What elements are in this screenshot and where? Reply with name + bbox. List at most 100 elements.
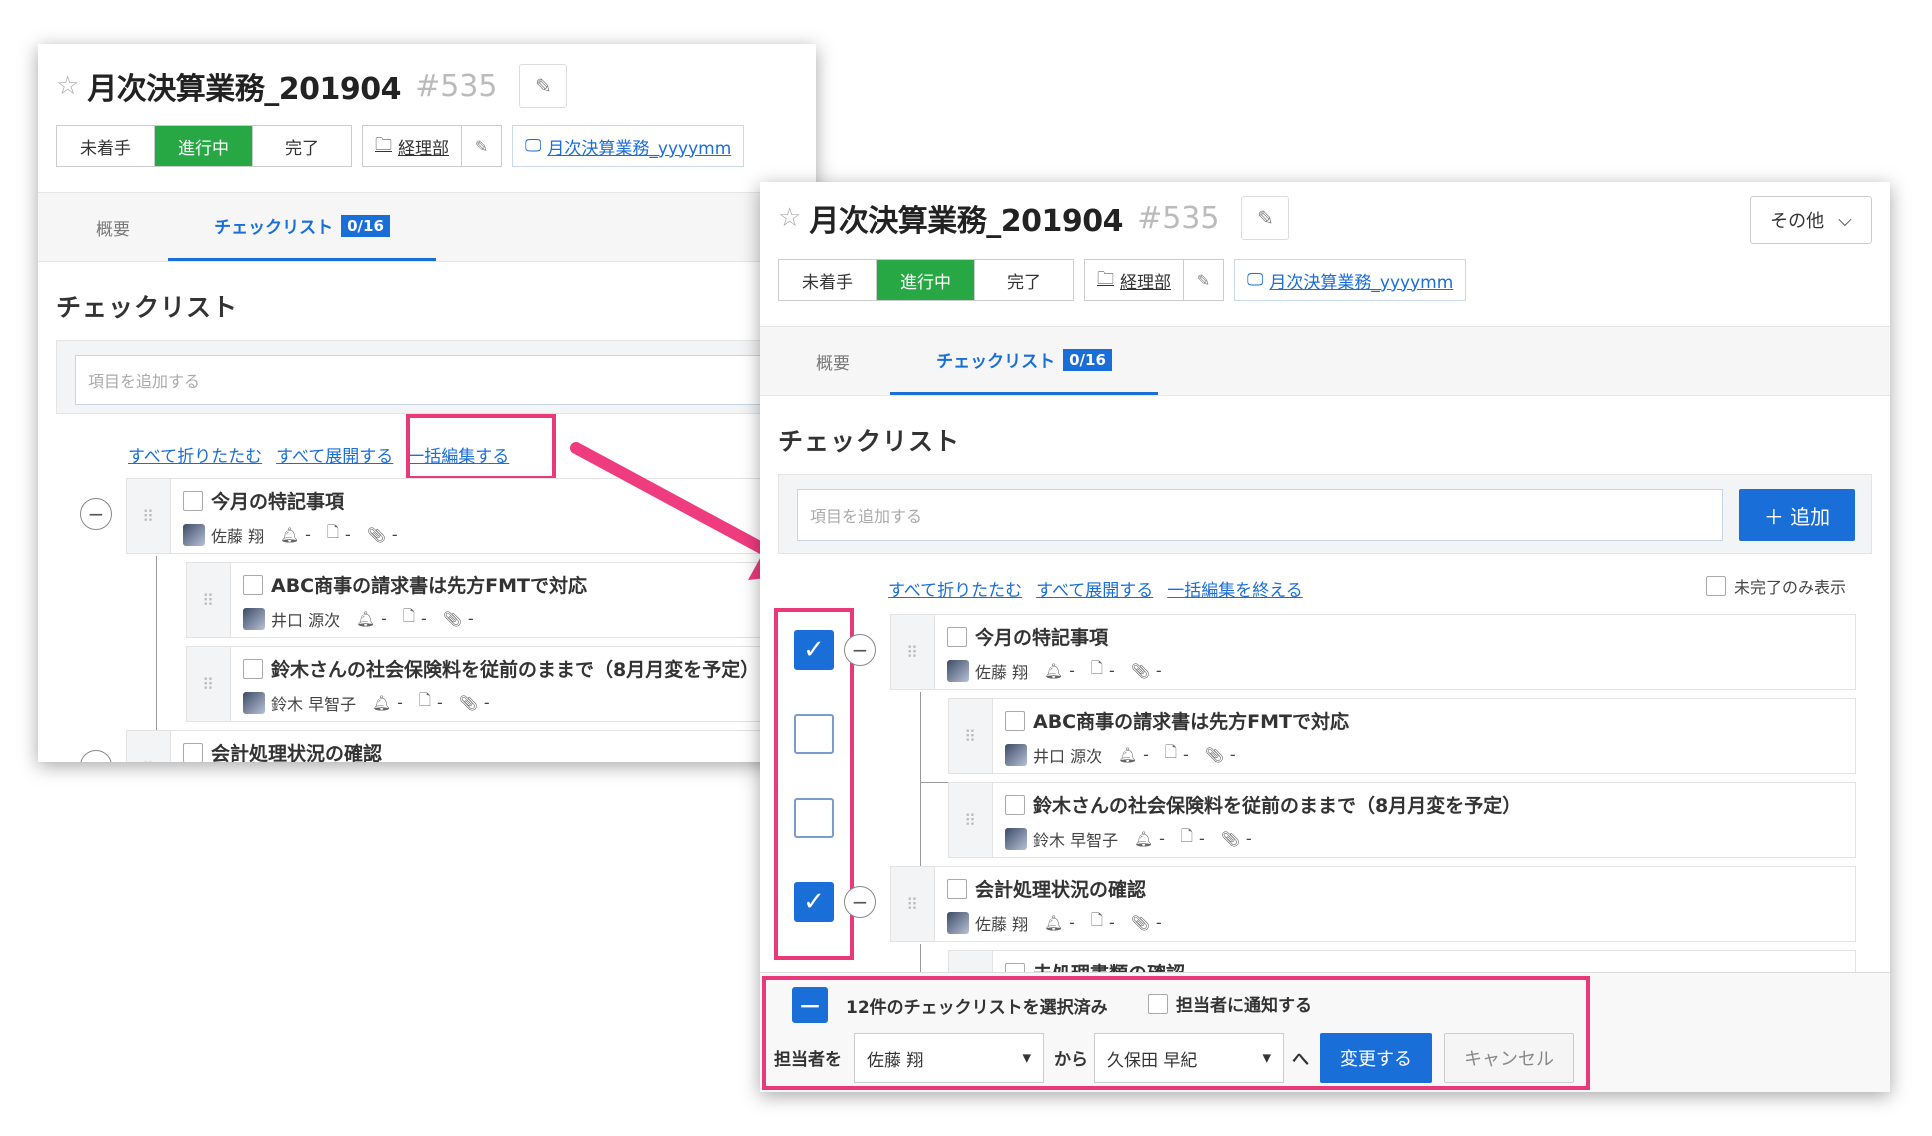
- collapse-toggle[interactable]: −: [844, 634, 876, 666]
- bell-icon[interactable]: 🔔︎: [280, 526, 299, 544]
- folder-link[interactable]: 🗀 経理部: [1085, 260, 1183, 300]
- checklist-item[interactable]: ⠿ ABC商事の請求書は先方FMTで対応 井口 源次 🔔︎ - 🗋 - 📎︎ -: [948, 698, 1856, 774]
- avatar: [243, 607, 265, 630]
- attachment-value: -: [467, 609, 474, 628]
- checklist-item[interactable]: ⠿ 鈴木さんの社会保険料を従前のままで（8月月変を予定） 鈴木 早智子 🔔︎ - …: [948, 782, 1856, 858]
- folder-link[interactable]: 🗀 経理部: [363, 126, 461, 166]
- drag-handle-icon[interactable]: ⠿: [187, 563, 231, 637]
- folder-tag: 🗀 経理部 ✎: [362, 125, 502, 167]
- document-icon[interactable]: 🗋: [1181, 826, 1193, 851]
- star-icon[interactable]: ☆: [56, 71, 79, 101]
- checklist-item[interactable]: ⠿ 会計処理状況の確認: [126, 730, 816, 762]
- bell-icon[interactable]: 🔔︎: [1044, 662, 1063, 680]
- add-item-area: 項目を追加する: [56, 340, 816, 414]
- bell-icon[interactable]: 🔔︎: [1134, 830, 1153, 848]
- item-checkbox[interactable]: [947, 626, 967, 647]
- bell-icon[interactable]: 🔔︎: [372, 694, 391, 712]
- status-done[interactable]: 完了: [975, 260, 1073, 300]
- folder-edit-button[interactable]: ✎: [461, 126, 501, 166]
- item-checkbox[interactable]: [183, 490, 203, 511]
- drag-handle-icon[interactable]: ⠿: [949, 699, 993, 773]
- drag-handle-icon[interactable]: ⠿: [187, 647, 231, 721]
- item-checkbox[interactable]: [947, 878, 967, 899]
- bell-icon[interactable]: 🔔︎: [1118, 746, 1137, 764]
- collapse-all-link[interactable]: すべて折りたたむ: [128, 442, 262, 467]
- drag-handle-icon[interactable]: ⠿: [891, 615, 935, 689]
- star-icon[interactable]: ☆: [778, 203, 801, 233]
- checklist-item[interactable]: ⠿ 会計処理状況の確認 佐藤 翔 🔔︎ - 🗋 - 📎︎ -: [890, 866, 1856, 942]
- status-done[interactable]: 完了: [253, 126, 351, 166]
- bulk-edit-end-link[interactable]: 一括編集を終える: [1167, 576, 1303, 601]
- document-icon[interactable]: 🗋: [1091, 658, 1103, 683]
- item-checkbox[interactable]: [1005, 710, 1025, 731]
- drag-handle-icon[interactable]: ⠿: [127, 479, 171, 553]
- edit-title-button[interactable]: ✎: [1241, 196, 1290, 240]
- tab-checklist[interactable]: チェックリスト 0/16: [890, 327, 1158, 395]
- expand-all-link[interactable]: すべて展開する: [1036, 576, 1153, 601]
- collapse-toggle[interactable]: −: [80, 750, 112, 762]
- paperclip-icon[interactable]: 📎︎: [1205, 746, 1224, 764]
- task-panel-before: ☆ 月次決算業務_201904 #535 ✎ 未着手 進行中 完了 🗀 経理部 ✎…: [38, 44, 816, 762]
- tab-overview[interactable]: 概要: [96, 193, 130, 261]
- document-icon[interactable]: 🗋: [1091, 910, 1103, 935]
- paperclip-icon[interactable]: 📎︎: [367, 526, 386, 544]
- collapse-all-link[interactable]: すべて折りたたむ: [888, 576, 1022, 601]
- collapse-toggle[interactable]: −: [80, 498, 112, 530]
- bell-icon[interactable]: 🔔︎: [356, 610, 375, 628]
- folder-icon: 🗀: [1097, 268, 1114, 289]
- item-checkbox[interactable]: [1005, 794, 1025, 815]
- title-row: ☆ 月次決算業務_201904 #535 ✎: [778, 196, 1290, 240]
- template-link[interactable]: 🖵 月次決算業務_yyyymm: [512, 125, 745, 167]
- add-button[interactable]: ＋ 追加: [1739, 489, 1855, 541]
- status-todo[interactable]: 未着手: [779, 260, 877, 300]
- document-icon[interactable]: 🗋: [1165, 742, 1177, 767]
- incomplete-only-checkbox[interactable]: [1706, 576, 1726, 596]
- paperclip-icon[interactable]: 📎︎: [1221, 830, 1240, 848]
- document-icon[interactable]: 🗋: [403, 606, 415, 631]
- paperclip-icon[interactable]: 📎︎: [443, 610, 462, 628]
- other-menu-button[interactable]: その他 ⌵: [1750, 196, 1872, 244]
- reminder-value: -: [1159, 829, 1165, 848]
- status-doing[interactable]: 進行中: [155, 126, 253, 166]
- bell-icon[interactable]: 🔔︎: [1044, 914, 1063, 932]
- reminder-value: -: [381, 609, 387, 628]
- section-title: チェックリスト: [778, 427, 961, 456]
- edit-title-button[interactable]: ✎: [519, 64, 568, 108]
- collapse-toggle[interactable]: −: [844, 886, 876, 918]
- page-title: 月次決算業務_201904: [87, 72, 402, 107]
- folder-label: 経理部: [398, 138, 449, 159]
- item-title: ABC商事の請求書は先方FMTで対応: [1033, 711, 1349, 733]
- item-title: 会計処理状況の確認: [975, 879, 1147, 901]
- tree-line: [156, 556, 157, 730]
- document-icon[interactable]: 🗋: [327, 522, 339, 547]
- document-icon[interactable]: 🗋: [419, 690, 431, 715]
- add-item-input[interactable]: 項目を追加する: [75, 355, 816, 405]
- tab-overview[interactable]: 概要: [816, 327, 850, 395]
- item-checkbox[interactable]: [243, 574, 263, 595]
- checklist-item[interactable]: ⠿ 今月の特記事項 佐藤 翔 🔔︎ - 🗋 - 📎︎ -: [890, 614, 1856, 690]
- checklist-item[interactable]: ⠿ 鈴木さんの社会保険料を従前のままで（8月月変を予定） 鈴木 早智子 🔔︎ - …: [186, 646, 816, 722]
- item-checkbox[interactable]: [183, 742, 203, 762]
- tab-checklist[interactable]: チェックリスト 0/16: [168, 193, 436, 261]
- drag-handle-icon[interactable]: ⠿: [127, 731, 171, 762]
- folder-edit-button[interactable]: ✎: [1183, 260, 1223, 300]
- paperclip-icon[interactable]: 📎︎: [459, 694, 478, 712]
- highlight-bulk-edit: [406, 414, 556, 480]
- monitor-icon: 🖵: [1247, 270, 1264, 290]
- paperclip-icon[interactable]: 📎︎: [1131, 914, 1150, 932]
- highlight-select-column: [774, 608, 854, 960]
- paperclip-icon[interactable]: 📎︎: [1131, 662, 1150, 680]
- drag-handle-icon[interactable]: ⠿: [891, 867, 935, 941]
- item-assignee: 佐藤 翔: [975, 662, 1029, 682]
- tree-line: [920, 782, 948, 783]
- status-todo[interactable]: 未着手: [57, 126, 155, 166]
- add-item-input[interactable]: 項目を追加する: [797, 489, 1723, 541]
- pencil-icon: ✎: [474, 136, 489, 156]
- drag-handle-icon[interactable]: ⠿: [949, 783, 993, 857]
- expand-all-link[interactable]: すべて展開する: [276, 442, 393, 467]
- status-doing[interactable]: 進行中: [877, 260, 975, 300]
- template-link[interactable]: 🖵 月次決算業務_yyyymm: [1234, 259, 1467, 301]
- avatar: [243, 691, 265, 714]
- incomplete-filter[interactable]: 未完了のみ表示: [1706, 574, 1846, 598]
- item-checkbox[interactable]: [243, 658, 263, 679]
